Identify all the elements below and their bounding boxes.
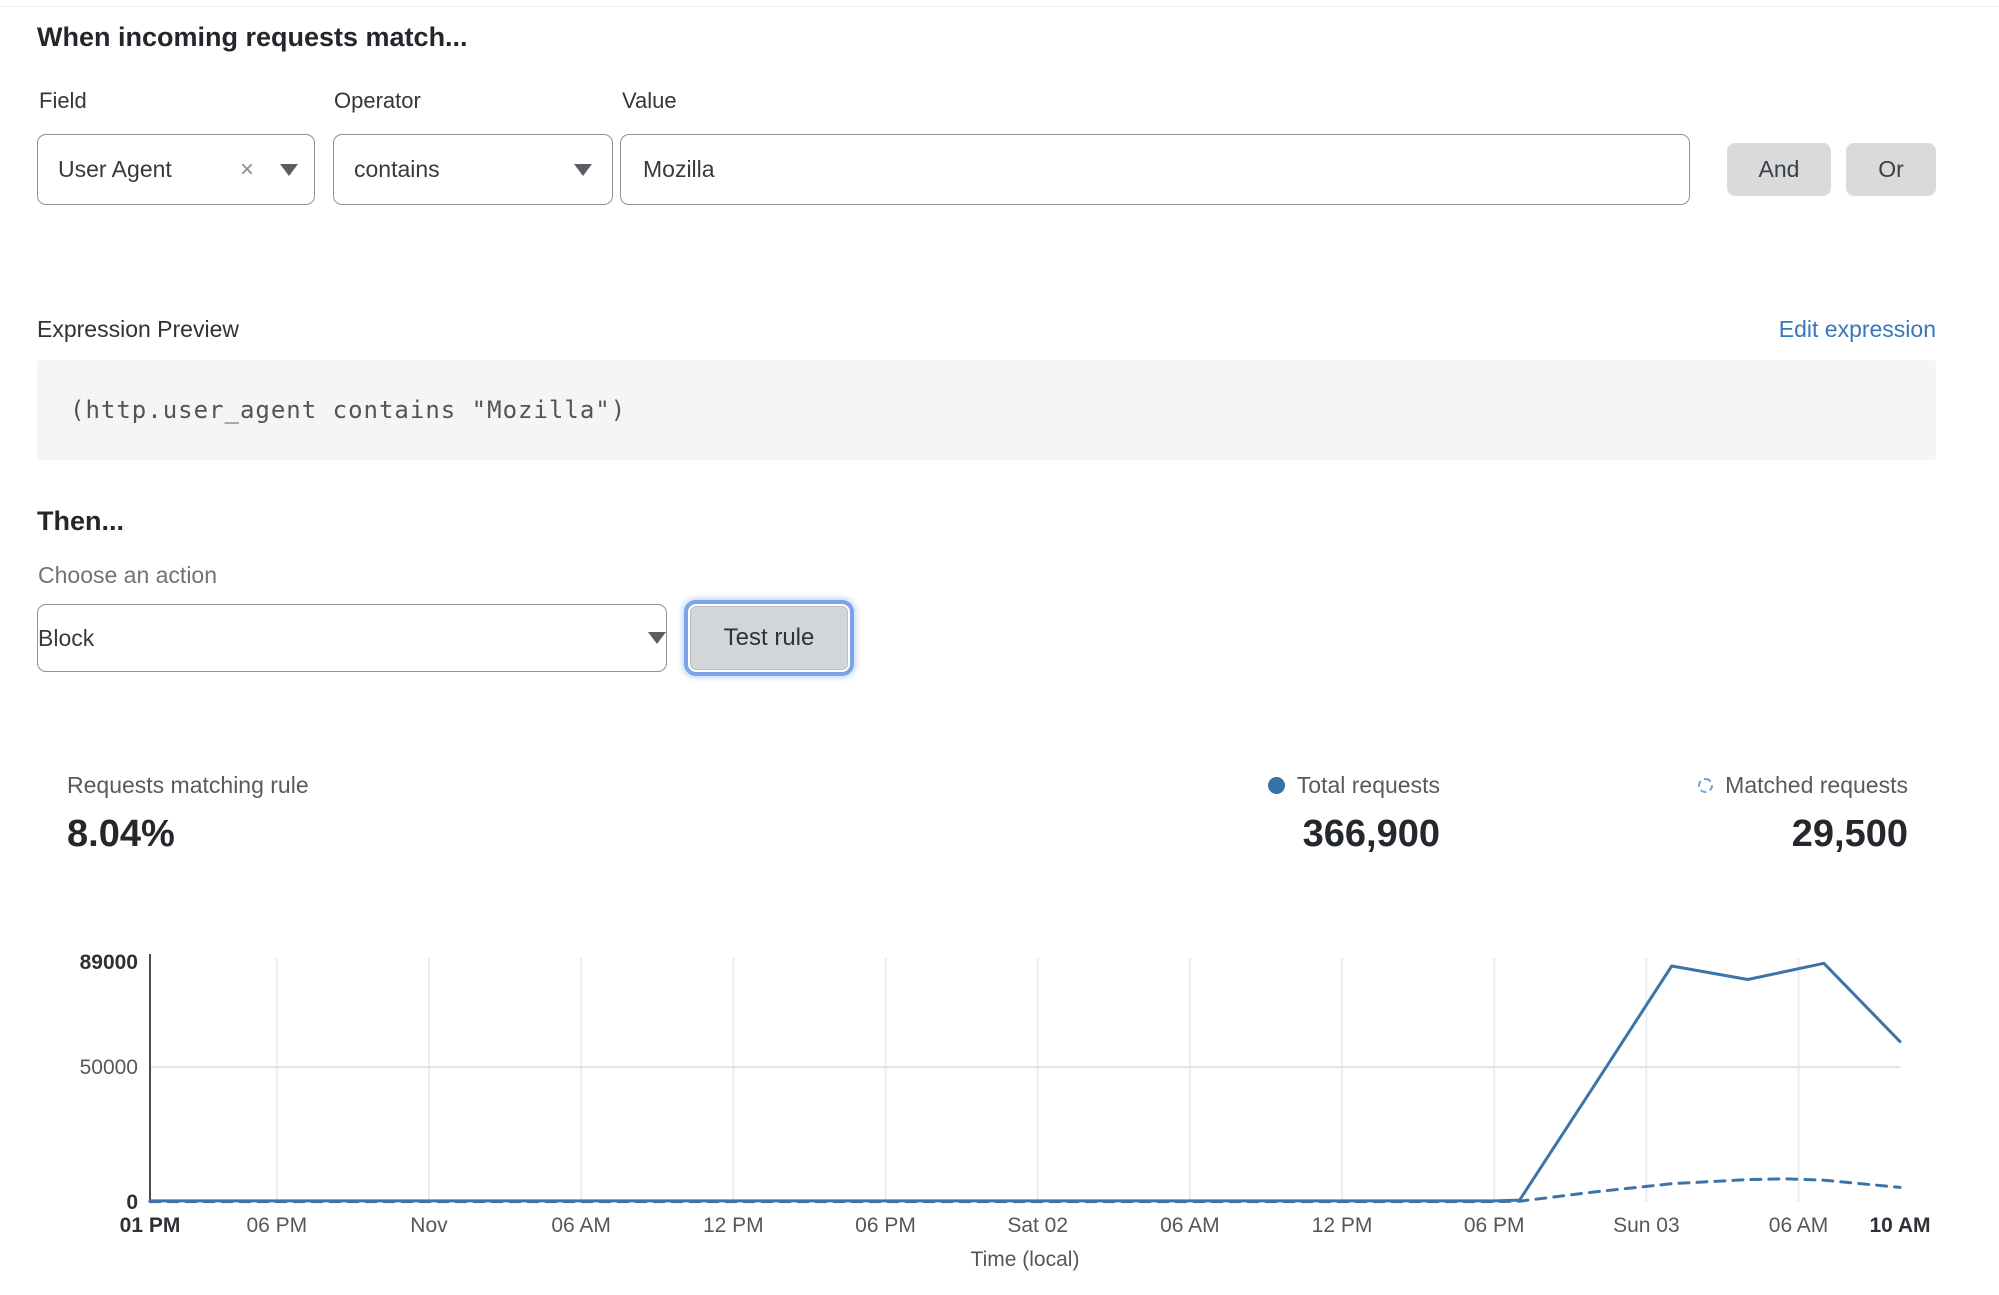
test-rule-button[interactable]: Test rule	[688, 604, 850, 672]
x-tick-label: 10 AM	[1869, 1214, 1930, 1237]
field-label: Field	[39, 88, 87, 114]
operator-label: Operator	[334, 88, 421, 114]
stat-total-requests: Total requests 366,900	[1268, 772, 1440, 856]
value-label: Value	[622, 88, 677, 114]
value-input[interactable]	[620, 134, 1690, 205]
top-divider	[0, 6, 1999, 7]
chevron-down-icon[interactable]	[574, 164, 592, 176]
x-tick-label: Sun 03	[1613, 1214, 1680, 1237]
operator-select-value: contains	[354, 156, 440, 183]
x-tick-label: 06 PM	[1464, 1214, 1525, 1237]
page-title: When incoming requests match...	[37, 22, 468, 53]
stat-total-value: 366,900	[1268, 813, 1440, 856]
y-tick-label: 50000	[80, 1056, 138, 1079]
stat-requests-matching: Requests matching rule 8.04%	[67, 772, 309, 856]
y-tick-label: 0	[126, 1191, 138, 1214]
requests-chart-svg: 89000 50000 001 PM 06 PM Nov 06 AM 12 PM 06 PM S…	[40, 940, 1950, 1285]
matched-requests-legend-icon	[1698, 778, 1713, 793]
x-tick-label: Nov	[410, 1214, 448, 1237]
x-tick-label: Sat 02	[1007, 1214, 1068, 1237]
edit-expression-link[interactable]: Edit expression	[1779, 316, 1936, 343]
choose-action-label: Choose an action	[38, 562, 217, 589]
clear-icon[interactable]: ×	[240, 158, 254, 182]
or-button[interactable]: Or	[1846, 143, 1936, 196]
stat-total-label: Total requests	[1297, 772, 1440, 799]
requests-chart: 89000 50000 001 PM 06 PM Nov 06 AM 12 PM 06 PM S…	[40, 940, 1950, 1285]
y-tick-label: 89000	[80, 951, 138, 974]
firewall-rule-page: When incoming requests match... Field Op…	[0, 0, 1999, 1295]
expression-preview-box: (http.user_agent contains "Mozilla")	[37, 360, 1936, 460]
x-axis-title: Time (local)	[971, 1248, 1080, 1271]
expression-code: (http.user_agent contains "Mozilla")	[70, 396, 626, 424]
expression-preview-label: Expression Preview	[37, 316, 239, 343]
x-tick-label: 12 PM	[1312, 1214, 1373, 1237]
x-tick-label: 06 PM	[246, 1214, 307, 1237]
stat-matching-label: Requests matching rule	[67, 772, 309, 799]
stat-matched-requests: Matched requests 29,500	[1698, 772, 1908, 856]
matched-requests-line	[150, 1179, 1900, 1202]
and-button[interactable]: And	[1727, 143, 1831, 196]
operator-select[interactable]: contains	[333, 134, 613, 205]
field-select-value: User Agent	[58, 156, 172, 183]
action-select[interactable]: Block	[37, 604, 667, 672]
x-tick-label: 06 AM	[1769, 1214, 1829, 1237]
x-tick-label: 06 PM	[855, 1214, 916, 1237]
total-requests-legend-icon	[1268, 777, 1285, 794]
stat-matching-value: 8.04%	[67, 813, 309, 856]
then-heading: Then...	[37, 506, 124, 537]
x-tick-label: 01 PM	[120, 1214, 181, 1237]
stat-matched-label: Matched requests	[1725, 772, 1908, 799]
x-tick-label: 06 AM	[551, 1214, 611, 1237]
chevron-down-icon[interactable]	[280, 164, 298, 176]
x-tick-label: 06 AM	[1160, 1214, 1220, 1237]
stat-matched-value: 29,500	[1698, 813, 1908, 856]
chevron-down-icon[interactable]	[648, 632, 666, 644]
field-select[interactable]: User Agent ×	[37, 134, 315, 205]
x-tick-label: 12 PM	[703, 1214, 764, 1237]
total-requests-line	[150, 963, 1900, 1201]
action-select-value: Block	[38, 625, 94, 652]
